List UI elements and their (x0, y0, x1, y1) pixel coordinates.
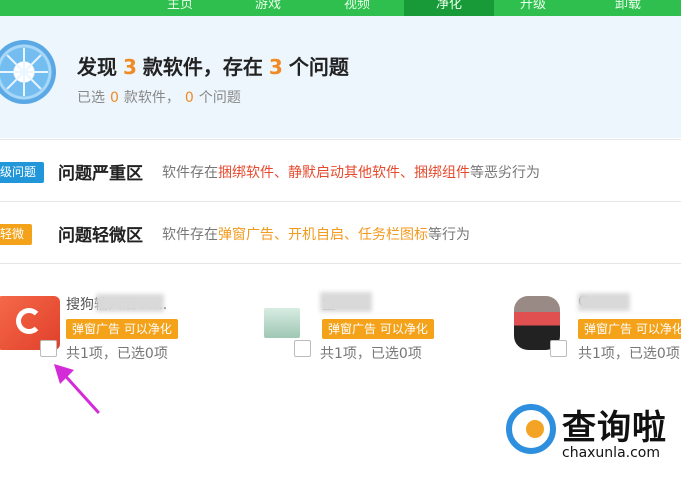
severe-badge: 级问题 (0, 162, 45, 183)
summary-headline: 发现 3 款软件，存在 3 个问题 (77, 55, 349, 79)
scan-radar-icon (0, 40, 56, 104)
tab-video[interactable]: 视频 (327, 0, 387, 16)
redaction-blur (320, 292, 372, 312)
pointer-arrow-icon (54, 364, 100, 414)
software-card[interactable]: Q 弹窗广告 可以净化 共1项，已选0项 (510, 288, 681, 368)
severe-title: 问题严重区 (58, 164, 143, 184)
severe-issue-row: 级问题 问题严重区 软件存在捆绑软件、静默启动其他软件、捆绑组件等恶劣行为 (0, 139, 681, 200)
watermark-logo-icon (506, 404, 556, 454)
software-tag: 弹窗广告 可以净化 (322, 319, 434, 339)
app-icon (264, 308, 300, 338)
watermark-url: chaxunla.com (562, 445, 660, 461)
software-card[interactable]: 搜狗输入法 .0... 弹窗广告 可以净化 共1项，已选0项 (0, 288, 220, 368)
redaction-blur (578, 293, 630, 311)
software-tag: 弹窗广告 可以净化 (66, 319, 178, 339)
watermark-text: 查询啦 (562, 408, 667, 448)
found-count: 3 (123, 55, 137, 79)
tab-upgrade[interactable]: 升级 (503, 0, 563, 16)
severe-description: 软件存在捆绑软件、静默启动其他软件、捆绑组件等恶劣行为 (162, 165, 540, 181)
software-count: 共1项，已选0项 (320, 346, 422, 362)
minor-title: 问题轻微区 (58, 226, 143, 246)
software-tag: 弹窗广告 可以净化 (578, 319, 681, 339)
selection-summary: 已选 0 款软件， 0 个问题 (77, 90, 241, 106)
software-checkbox[interactable] (294, 340, 311, 357)
top-nav: 主页 游戏 视频 净化 升级 卸载 (0, 0, 681, 16)
tab-home[interactable]: 主页 (150, 0, 210, 16)
software-count: 共1项，已选0项 (66, 346, 168, 362)
section-divider (0, 263, 681, 264)
tab-games[interactable]: 游戏 (238, 0, 298, 16)
scan-summary: 发现 3 款软件，存在 3 个问题 已选 0 款软件， 0 个问题 (0, 16, 681, 138)
software-card[interactable]: 堂 弹窗广告 可以净化 共1项，已选0项 (258, 288, 478, 368)
tab-purify[interactable]: 净化 (404, 0, 494, 16)
software-checkbox[interactable] (550, 340, 567, 357)
issue-count: 3 (268, 55, 283, 79)
minor-issue-row: 轻微 问题轻微区 软件存在弹窗广告、开机自启、任务栏图标等行为 (0, 201, 681, 262)
minor-description: 软件存在弹窗广告、开机自启、任务栏图标等行为 (162, 227, 470, 243)
minor-badge: 轻微 (0, 224, 33, 245)
software-count: 共1项，已选0项 (578, 346, 680, 362)
watermark: 查询啦 chaxunla.com (506, 400, 676, 470)
tab-uninstall[interactable]: 卸载 (598, 0, 658, 16)
software-checkbox[interactable] (40, 340, 57, 357)
redaction-blur (96, 294, 164, 312)
